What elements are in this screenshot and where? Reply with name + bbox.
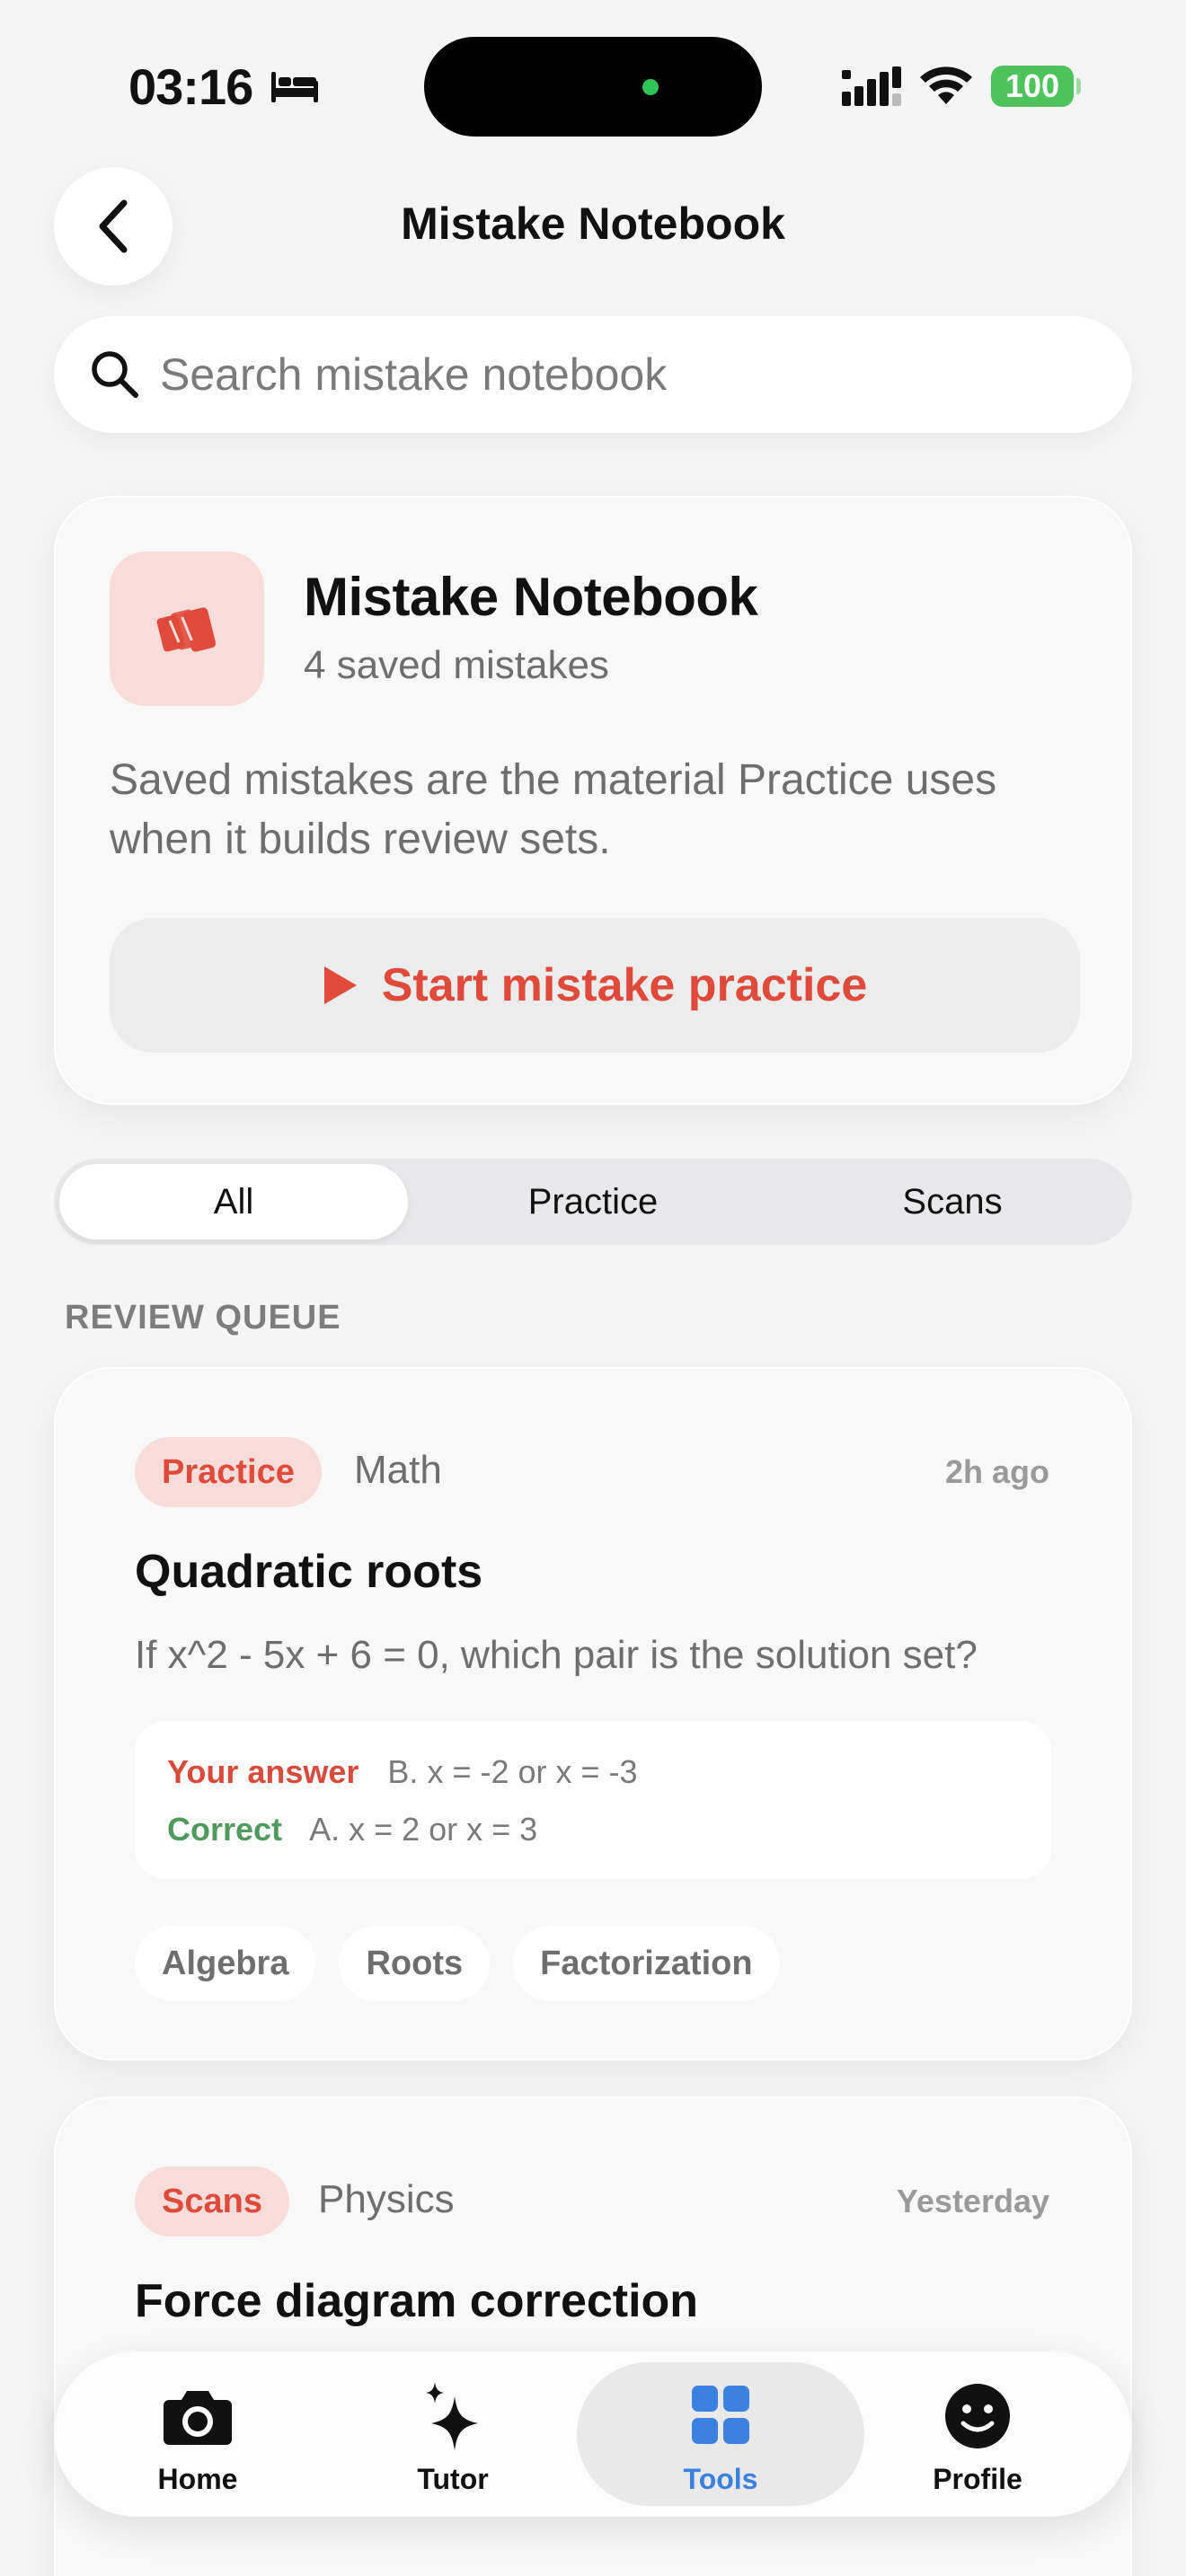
topic-tag[interactable]: Factorization [513, 1926, 780, 2001]
summary-description: Saved mistakes are the material Practice… [110, 756, 997, 863]
grid-icon [692, 2386, 749, 2444]
play-icon [323, 966, 357, 1004]
correct-answer-value: A. x = 2 or x = 3 [309, 1811, 538, 1848]
tab-home[interactable]: Home [54, 2351, 341, 2517]
correct-answer-row: Correct A. x = 2 or x = 3 [167, 1811, 537, 1848]
tab-tutor[interactable]: Tutor [309, 2351, 597, 2517]
search-input[interactable] [160, 343, 1094, 406]
topic-tags: Algebra Roots Factorization [135, 1926, 780, 2001]
topic-tag[interactable]: Algebra [135, 1926, 316, 2001]
tab-label: Tools [683, 2463, 758, 2495]
mistake-title: Force diagram correction [135, 2275, 699, 2327]
source-badge: Scans [135, 2166, 289, 2236]
source-filter: All Practice Scans [54, 1159, 1132, 1245]
camera-icon [164, 2391, 232, 2445]
cellular-signal-icon [842, 66, 901, 106]
sparkles-icon [426, 2382, 478, 2450]
search-icon [92, 351, 138, 398]
battery-indicator: 100 [991, 66, 1081, 107]
your-answer-label: Your answer [167, 1753, 359, 1790]
tab-label: Home [157, 2463, 238, 2495]
filter-practice[interactable]: Practice [419, 1164, 767, 1239]
topic-tag[interactable]: Roots [339, 1926, 491, 2001]
camera-indicator-dot [642, 79, 659, 95]
tab-tools[interactable]: Tools [577, 2351, 864, 2517]
your-answer-value: B. x = -2 or x = -3 [387, 1753, 638, 1790]
filter-scans[interactable]: Scans [778, 1164, 1127, 1239]
stacked-cards-icon [156, 607, 217, 652]
mistake-title: Quadratic roots [135, 1546, 483, 1598]
tab-label: Tutor [417, 2463, 489, 2495]
your-answer-row: Your answer B. x = -2 or x = -3 [167, 1753, 638, 1791]
correct-answer-label: Correct [167, 1811, 283, 1848]
answer-comparison: Your answer B. x = -2 or x = -3 Correct … [135, 1721, 1051, 1879]
subject-label: Physics [318, 2177, 455, 2221]
tab-profile[interactable]: Profile [834, 2351, 1121, 2517]
bed-icon [271, 72, 318, 102]
subject-label: Math [354, 1448, 442, 1492]
mistake-notebook-screen: 03:16 100 Mistake Notebook Search mistak… [0, 0, 1186, 2576]
start-button-label: Start mistake practice [381, 959, 868, 1011]
question-text: If x^2 - 5x + 6 = 0, which pair is the s… [135, 1633, 978, 1677]
mistake-card[interactable]: Practice Math 2h ago Quadratic roots If … [54, 1367, 1132, 2060]
tab-label: Profile [933, 2463, 1022, 2495]
page-title: Mistake Notebook [401, 198, 785, 249]
smiley-icon [945, 2384, 1010, 2448]
source-badge: Practice [135, 1437, 322, 1507]
timestamp: 2h ago [944, 1453, 1049, 1490]
dynamic-island [424, 37, 762, 137]
wifi-icon [920, 66, 972, 104]
search-bar[interactable] [54, 316, 1132, 433]
summary-title: Mistake Notebook [304, 567, 758, 627]
section-label: REVIEW QUEUE [65, 1299, 341, 1337]
bottom-tab-bar: Home Tutor Tools Profile [54, 2351, 1132, 2517]
notebook-summary-card: Mistake Notebook 4 saved mistakes Saved … [54, 496, 1132, 1105]
start-mistake-practice-button[interactable]: Start mistake practice [110, 918, 1080, 1053]
notebook-icon-tile [110, 551, 264, 706]
saved-count: 4 saved mistakes [304, 643, 609, 687]
status-time: 03:16 [128, 58, 253, 115]
filter-all[interactable]: All [59, 1164, 408, 1239]
timestamp: Yesterday [896, 2183, 1049, 2219]
